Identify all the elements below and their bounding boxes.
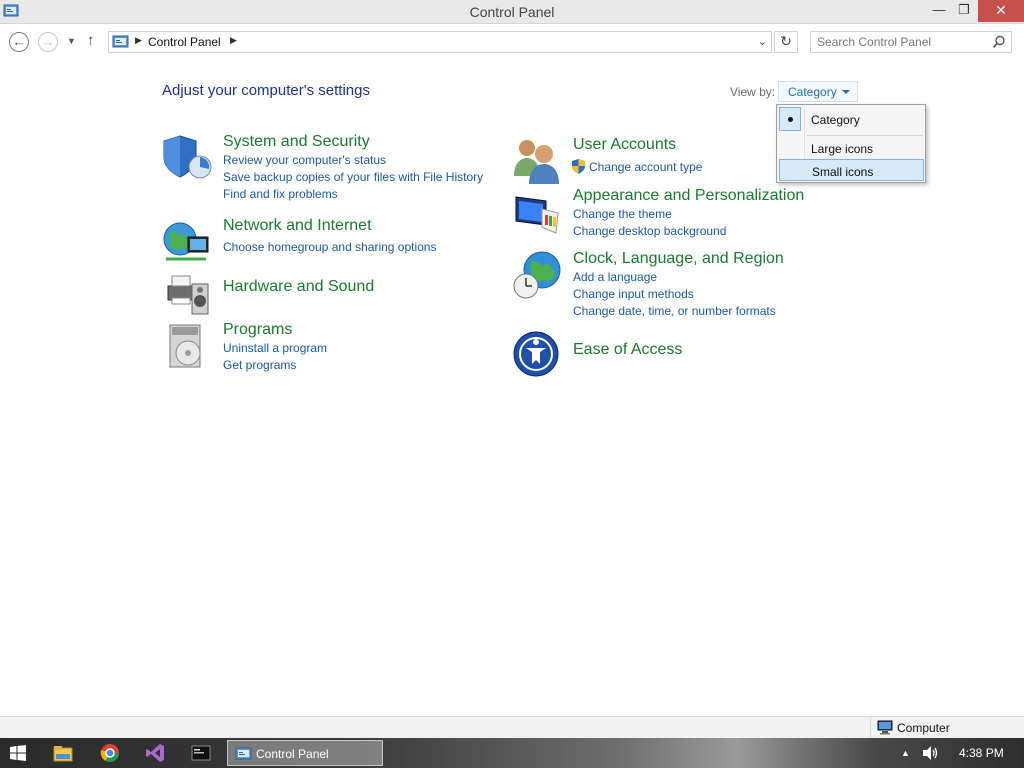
taskbar: Control Panel (0, 738, 1024, 768)
monitor-palette-icon[interactable] (512, 187, 562, 237)
category-title[interactable]: User Accounts (573, 136, 676, 154)
search-input[interactable] (817, 35, 987, 49)
show-hidden-icons-arrow-icon[interactable]: ▲ (901, 748, 910, 758)
windows-start-icon[interactable] (10, 745, 26, 761)
category-programs: Programs Uninstall a program Get program… (162, 321, 502, 373)
ease-of-access-icon[interactable] (512, 330, 562, 380)
minimize-button[interactable]: — (925, 0, 953, 22)
category-link[interactable]: Change account type (589, 160, 702, 174)
control-panel-icon (235, 747, 252, 760)
search-box[interactable] (810, 31, 1012, 53)
refresh-button[interactable]: ↻ (774, 31, 798, 53)
view-by-dropdown[interactable]: Category (778, 81, 858, 102)
printer-speaker-icon[interactable] (162, 268, 212, 318)
users-icon[interactable] (512, 136, 562, 186)
terminal-icon[interactable] (190, 740, 212, 766)
chrome-icon[interactable] (99, 740, 121, 766)
category-link[interactable]: Change the theme (573, 207, 672, 221)
category-clock-language-and-region: Clock, Language, and Region Add a langua… (512, 250, 812, 320)
category-network-and-internet: Network and Internet Choose homegroup an… (162, 217, 502, 265)
category-ease-of-access: Ease of Access (512, 330, 812, 380)
recent-locations-chevron-icon[interactable]: ▼ (67, 36, 76, 46)
uac-shield-icon (572, 159, 585, 174)
up-arrow-icon[interactable]: ↑ (87, 32, 95, 49)
category-link[interactable]: Change input methods (573, 287, 694, 301)
menu-separator (807, 135, 923, 136)
breadcrumb-control-panel[interactable]: Control Panel (148, 35, 221, 49)
file-explorer-icon[interactable] (52, 740, 74, 766)
category-link[interactable]: Find and fix problems (223, 187, 338, 201)
programs-disc-icon[interactable] (162, 321, 212, 371)
chevron-down-icon (841, 90, 850, 94)
visual-studio-icon[interactable] (144, 740, 166, 766)
status-location: Computer (897, 721, 950, 735)
page-title: Adjust your computer's settings (162, 82, 370, 99)
status-bar: Computer (0, 716, 1024, 739)
category-title[interactable]: Hardware and Sound (223, 278, 374, 296)
view-by-menu: Category Large icons Small icons (776, 104, 926, 183)
category-system-and-security: System and Security Review your computer… (162, 133, 502, 203)
category-link[interactable]: Get programs (223, 358, 296, 372)
title-bar: Control Panel — ❐ ✕ (0, 0, 1024, 24)
category-link[interactable]: Add a language (573, 270, 657, 284)
category-link[interactable]: Uninstall a program (223, 341, 327, 355)
volume-icon[interactable] (921, 744, 939, 762)
breadcrumb-arrow-icon[interactable]: ▶ (230, 35, 237, 46)
control-panel-icon (112, 35, 129, 48)
view-by-label: View by: (730, 85, 776, 99)
category-title[interactable]: Appearance and Personalization (573, 187, 804, 205)
menu-item-category[interactable]: Category (779, 108, 924, 130)
category-title[interactable]: Network and Internet (223, 217, 372, 235)
address-field[interactable]: ▶ Control Panel ▶ ⌄ (108, 31, 772, 53)
restore-button[interactable]: ❐ (950, 0, 978, 22)
category-title[interactable]: Ease of Access (573, 341, 682, 359)
category-link[interactable]: Change desktop background (573, 224, 726, 238)
search-icon[interactable] (992, 35, 1006, 49)
taskbar-control-panel-button[interactable]: Control Panel (227, 740, 383, 766)
category-link[interactable]: Change date, time, or number formats (573, 304, 776, 318)
category-link[interactable]: Review your computer's status (223, 153, 386, 167)
address-dropdown-icon[interactable]: ⌄ (758, 35, 767, 48)
computer-icon (877, 720, 893, 735)
category-user-accounts: User Accounts Change account type (512, 136, 812, 184)
shield-icon[interactable] (162, 133, 212, 183)
back-button[interactable]: ← (9, 32, 29, 52)
taskbar-window-label: Control Panel (256, 747, 329, 761)
network-globe-icon[interactable] (162, 217, 212, 267)
view-by-value: Category (788, 85, 837, 99)
forward-button[interactable]: → (38, 32, 58, 52)
address-bar: ← → ▼ ↑ ▶ Control Panel ▶ ⌄ ↻ (0, 24, 1024, 58)
category-title[interactable]: Programs (223, 321, 292, 339)
category-link[interactable]: Save backup copies of your files with Fi… (223, 170, 483, 184)
taskbar-clock[interactable]: 4:38 PM (959, 746, 1004, 760)
menu-item-large-icons[interactable]: Large icons (779, 137, 924, 159)
category-hardware-and-sound: Hardware and Sound (162, 268, 502, 318)
category-title[interactable]: Clock, Language, and Region (573, 250, 784, 268)
category-appearance-and-personalization: Appearance and Personalization Change th… (512, 187, 812, 239)
close-button[interactable]: ✕ (978, 0, 1024, 22)
category-link[interactable]: Choose homegroup and sharing options (223, 240, 436, 254)
status-divider (870, 717, 871, 739)
window-title: Control Panel (469, 4, 555, 20)
clock-globe-icon[interactable] (512, 250, 562, 300)
menu-item-small-icons[interactable]: Small icons (779, 159, 924, 181)
breadcrumb-arrow-icon[interactable]: ▶ (135, 35, 142, 46)
category-title[interactable]: System and Security (223, 133, 370, 151)
